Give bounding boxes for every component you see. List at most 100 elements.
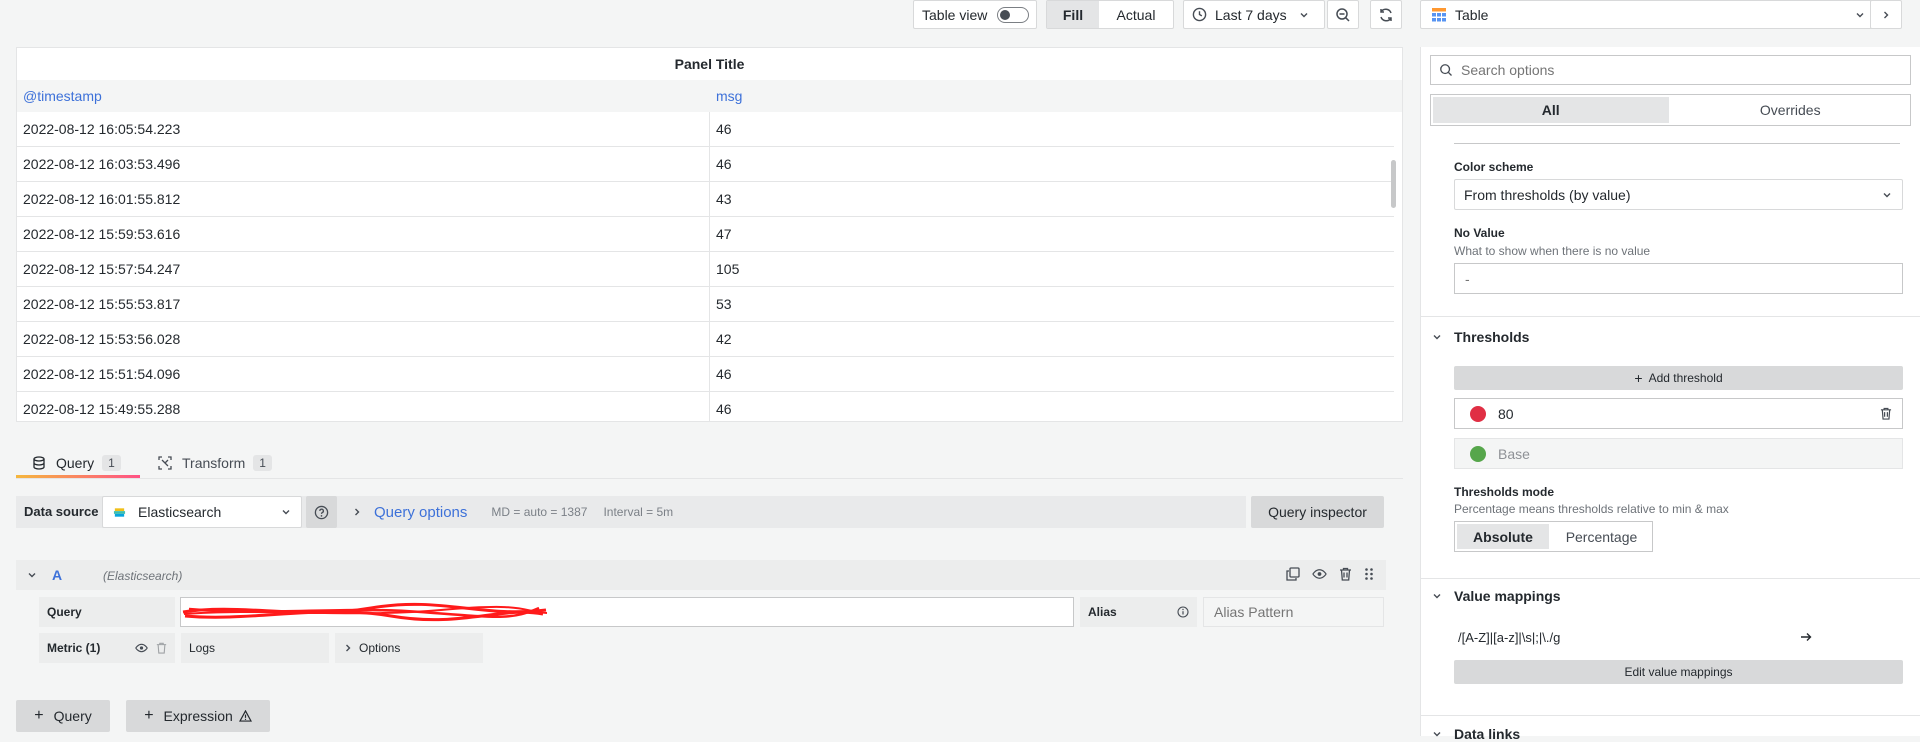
tab-all[interactable]: All <box>1433 97 1669 123</box>
time-range-picker[interactable]: Last 7 days <box>1183 0 1325 29</box>
tab-query-count: 1 <box>102 455 121 471</box>
chevron-down-icon <box>281 507 291 517</box>
chevron-down-icon <box>1855 10 1865 20</box>
table-view-toggle[interactable]: Table view <box>913 0 1037 29</box>
metric-type-select[interactable]: Logs <box>181 633 329 663</box>
threshold-value[interactable]: 80 <box>1498 406 1514 422</box>
trash-icon[interactable] <box>156 642 167 654</box>
section-divider <box>1420 316 1920 317</box>
table-scrollbar[interactable] <box>1391 160 1396 208</box>
section-divider <box>1420 578 1920 579</box>
refresh-icon <box>1380 7 1392 22</box>
color-scheme-label: Color scheme <box>1454 160 1534 174</box>
alias-label: Alias <box>1080 597 1197 627</box>
threshold-color-red[interactable] <box>1470 405 1486 422</box>
tab-transform[interactable]: Transform 1 <box>158 448 272 478</box>
query-row-actions <box>1286 567 1374 581</box>
cell-timestamp: 2022-08-12 16:01:55.812 <box>17 182 710 216</box>
clock-icon <box>1192 7 1207 22</box>
table-icon <box>1431 7 1447 23</box>
value-mappings-section-header[interactable]: Value mappings <box>1432 588 1561 604</box>
thresholds-mode-description: Percentage means thresholds relative to … <box>1454 502 1729 516</box>
table-view-label: Table view <box>922 6 988 23</box>
table-row: 2022-08-12 15:59:53.616 47 <box>17 217 1394 252</box>
table-row: 2022-08-12 15:57:54.247 105 <box>17 252 1394 287</box>
cell-msg: 46 <box>716 401 732 417</box>
cell-timestamp: 2022-08-12 16:05:54.223 <box>17 112 710 146</box>
redacted-scribble <box>182 602 548 622</box>
add-query-label: Query <box>53 708 92 724</box>
visualization-picker[interactable]: Table <box>1420 0 1878 29</box>
collapse-options-button[interactable] <box>1870 0 1902 29</box>
data-links-section-header[interactable]: Data links <box>1432 726 1520 742</box>
table-panel: Panel Title @timestamp msg 2022-08-12 16… <box>16 47 1403 422</box>
fill-actual-toggle[interactable]: Fill Actual <box>1046 0 1174 29</box>
fill-option[interactable]: Fill <box>1047 1 1099 28</box>
data-source-picker[interactable]: Elasticsearch <box>102 496 302 528</box>
collapse-query-icon[interactable] <box>27 570 37 580</box>
metric-label: Metric (1) <box>39 633 175 663</box>
mode-percentage[interactable]: Percentage <box>1553 524 1650 549</box>
data-source-help-button[interactable] <box>306 496 337 528</box>
threshold-color-green[interactable] <box>1470 445 1486 462</box>
chevron-down-icon <box>1433 594 1441 599</box>
trash-icon[interactable] <box>1339 567 1352 581</box>
search-options-input[interactable] <box>1459 61 1910 79</box>
table-row: 2022-08-12 15:51:54.096 46 <box>17 357 1394 392</box>
query-input[interactable] <box>180 597 1074 627</box>
alias-pattern-input[interactable] <box>1203 597 1384 627</box>
edit-value-mappings-button[interactable]: Edit value mappings <box>1454 660 1903 684</box>
column-header-timestamp[interactable]: @timestamp <box>17 80 710 112</box>
duplicate-icon[interactable] <box>1286 567 1300 581</box>
search-options-field[interactable] <box>1430 55 1911 85</box>
thresholds-mode-toggle: Absolute Percentage <box>1454 521 1653 552</box>
tab-overrides[interactable]: Overrides <box>1673 97 1909 123</box>
section-divider <box>1420 715 1920 716</box>
trash-icon[interactable] <box>1880 407 1892 420</box>
eye-icon[interactable] <box>135 642 148 654</box>
table-body: 2022-08-12 16:05:54.223 46 2022-08-12 16:0… <box>17 112 1402 421</box>
drag-handle-icon[interactable] <box>1364 567 1374 581</box>
query-options-label: Query options <box>374 503 468 521</box>
tab-query-label: Query <box>56 455 95 471</box>
alias-label-text: Alias <box>1088 605 1117 619</box>
thresholds-section-header[interactable]: Thresholds <box>1432 329 1529 345</box>
add-query-button[interactable]: + Query <box>16 700 110 732</box>
add-threshold-button[interactable]: + Add threshold <box>1454 366 1903 390</box>
options-divider <box>1454 143 1900 144</box>
cell-timestamp: 2022-08-12 15:57:54.247 <box>17 252 710 286</box>
add-expression-button[interactable]: + Expression <box>126 700 270 732</box>
column-header-msg[interactable]: msg <box>710 80 742 112</box>
interval-info: Interval = 5m <box>603 505 674 519</box>
actual-option[interactable]: Actual <box>1099 1 1173 28</box>
color-scheme-select[interactable]: From thresholds (by value) <box>1454 179 1903 210</box>
refresh-button[interactable] <box>1370 0 1402 29</box>
no-value-input[interactable] <box>1454 263 1903 294</box>
tab-query[interactable]: Query 1 <box>32 448 121 478</box>
value-mapping-row[interactable]: /[A-Z]|[a-z]|\s|;|\./g <box>1454 626 1903 648</box>
metric-options-toggle[interactable]: Options <box>335 633 483 663</box>
cell-msg: 46 <box>716 156 732 172</box>
chevron-right-icon <box>355 508 360 516</box>
data-source-label: Data source <box>24 504 99 519</box>
query-ref-id[interactable]: A <box>52 567 62 583</box>
cell-msg: 105 <box>716 261 740 277</box>
options-tabs: All Overrides <box>1430 94 1911 126</box>
table-view-switch[interactable] <box>997 6 1030 23</box>
panel-title: Panel Title <box>674 56 745 72</box>
no-value-description: What to show when there is no value <box>1454 244 1651 258</box>
question-circle-icon <box>314 505 329 519</box>
chevron-down-icon <box>1433 335 1441 340</box>
query-inspector-button[interactable]: Query inspector <box>1251 496 1384 528</box>
table-row: 2022-08-12 15:53:56.028 42 <box>17 322 1394 357</box>
chevron-down-icon <box>1883 192 1891 197</box>
zoom-out-button[interactable] <box>1327 0 1359 29</box>
cell-msg: 42 <box>716 331 732 347</box>
query-row-header <box>16 560 1386 590</box>
transform-icon <box>158 456 172 470</box>
mode-absolute[interactable]: Absolute <box>1457 524 1549 549</box>
query-options-toggle[interactable]: Query options MD = auto = 1387 Interval … <box>352 496 673 528</box>
metric-label-text: Metric (1) <box>47 641 101 655</box>
eye-icon[interactable] <box>1312 567 1327 581</box>
warning-icon <box>238 710 252 722</box>
